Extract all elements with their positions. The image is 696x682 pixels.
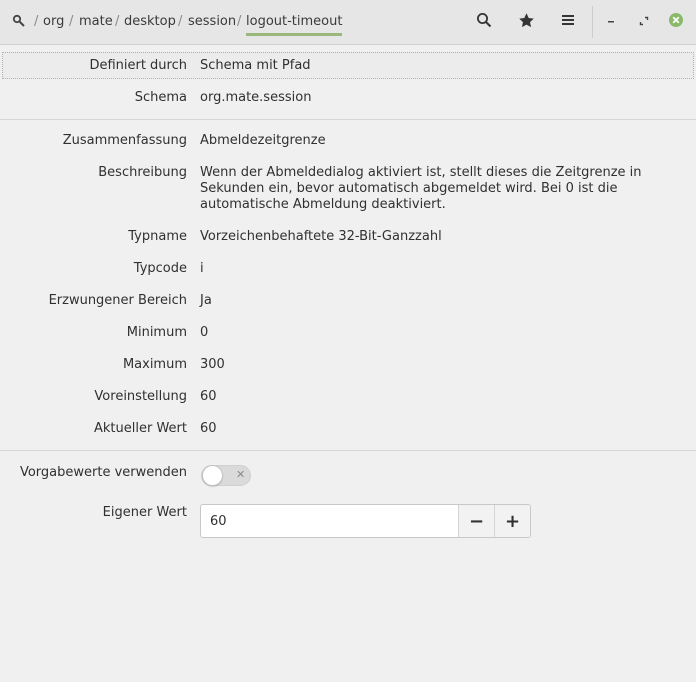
default-value: 60 [200,389,217,404]
divider [0,119,696,120]
schema-value: org.mate.session [200,90,312,105]
maximum-value: 300 [200,357,225,372]
use-default-switch[interactable]: ✕ [201,465,251,486]
maximize-button[interactable] [630,8,658,36]
minimize-icon [606,15,616,30]
minimize-button[interactable] [597,8,625,36]
type-name-label: Typname [128,229,187,244]
maximum-label: Maximum [122,357,187,372]
breadcrumb-item-mate[interactable]: mate [79,14,113,29]
forced-range-label: Erzwungener Bereich [48,293,187,308]
switch-knob [202,465,223,486]
breadcrumb-separator: / [115,14,120,29]
summary-label: Zusammenfassung [62,133,187,148]
breadcrumb-item-logout-timeout[interactable]: logout-timeout [246,14,343,36]
custom-value-input[interactable] [201,505,458,537]
description-value: Wenn der Abmeldedialog aktiviert ist, st… [200,165,642,212]
switch-off-icon: ✕ [236,468,246,481]
hamburger-menu-icon [561,14,575,30]
close-button[interactable] [662,8,690,36]
breadcrumb-separator: / [237,14,242,29]
divider [0,450,696,451]
breadcrumb-separator: / [178,14,183,29]
default-label: Voreinstellung [94,389,187,404]
minimum-label: Minimum [126,325,187,340]
breadcrumb-item-session[interactable]: session [188,14,236,29]
search-button[interactable] [469,8,499,36]
breadcrumb-item-desktop[interactable]: desktop [124,14,176,29]
bookmarks-button[interactable] [511,8,541,36]
custom-value-label: Eigener Wert [102,505,187,520]
search-location-icon[interactable] [12,14,26,32]
decrement-button[interactable]: − [458,505,494,537]
star-icon [518,12,535,33]
breadcrumb-separator: / [34,14,39,29]
current-value: 60 [200,421,217,436]
type-code-label: Typcode [133,261,187,276]
use-default-label: Vorgabewerte verwenden [19,465,187,480]
minimum-value: 0 [200,325,209,340]
defined-by-label: Definiert durch [89,58,187,73]
close-icon [668,12,684,32]
description-label: Beschreibung [98,165,187,180]
schema-label: Schema [134,90,187,105]
type-code-value: i [200,261,204,276]
menu-button[interactable] [553,8,583,36]
search-icon [476,12,492,32]
type-name-value: Vorzeichenbehaftete 32-Bit-Ganzzahl [200,229,442,244]
breadcrumb-separator: / [69,14,74,29]
forced-range-value: Ja [200,293,212,308]
header-bar: / org / mate / desktop / session / logou… [0,0,696,45]
increment-button[interactable]: + [494,505,530,537]
maximize-icon [639,15,649,30]
current-value-label: Aktueller Wert [94,421,187,436]
summary-value: Abmeldezeitgrenze [200,133,326,148]
defined-by-value: Schema mit Pfad [200,58,311,73]
breadcrumb-item-org[interactable]: org [43,14,64,29]
header-separator [592,6,593,38]
custom-value-spinbutton: − + [200,504,531,538]
